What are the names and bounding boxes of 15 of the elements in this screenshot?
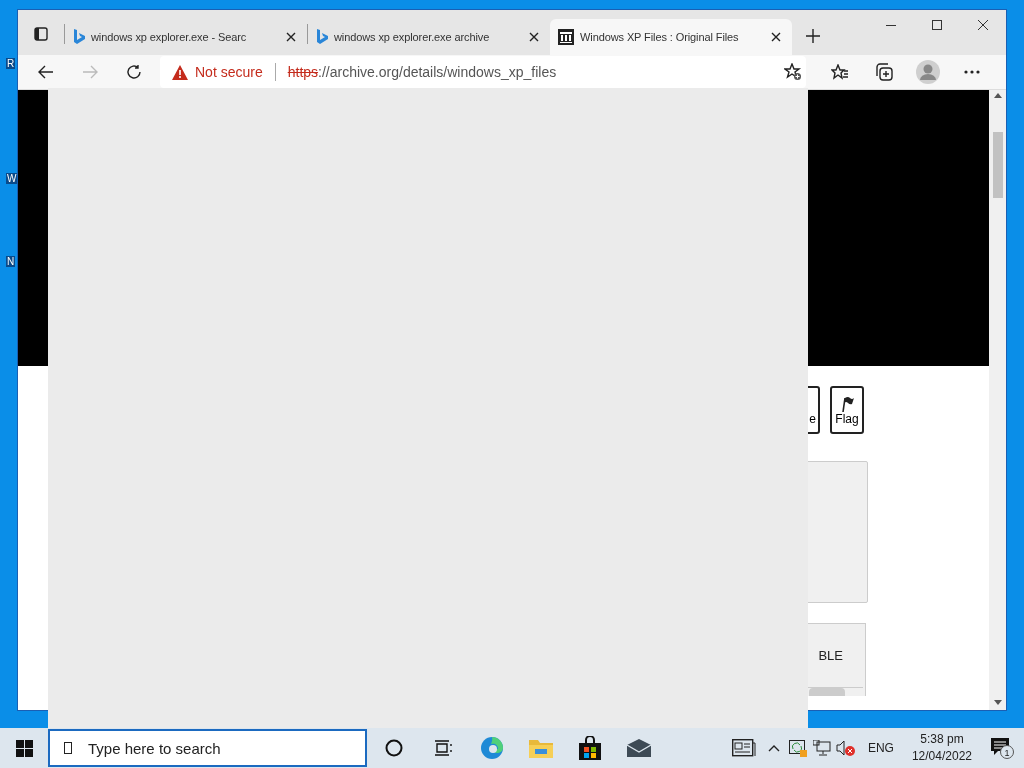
security-label[interactable]: Not secure (195, 64, 263, 80)
browser-tab[interactable]: Windows XP Files : Original Files (550, 19, 792, 55)
clock[interactable]: 5:38 pm 12/04/2022 (911, 731, 972, 765)
desktop-icon-label: R (6, 58, 16, 69)
address-bar[interactable]: Not secure https://archive.org/details/windows_xp_files (160, 56, 806, 88)
notification-count: 1 (1004, 747, 1010, 758)
desktop-icon-label: W (6, 173, 18, 184)
browser-tab[interactable]: windows xp explorer.exe - Searc (65, 19, 307, 55)
url-text: https://archive.org/details/windows_xp_files (287, 64, 557, 80)
browser-tab[interactable]: windows xp explorer.exe archive (308, 19, 550, 55)
flag-button[interactable]: Flag (830, 386, 864, 434)
card-heading: BLE (818, 648, 843, 663)
language-indicator[interactable]: ENG (867, 741, 894, 755)
search-field[interactable]: Type here to search (48, 729, 367, 767)
desktop-icon-label: N (6, 256, 16, 267)
